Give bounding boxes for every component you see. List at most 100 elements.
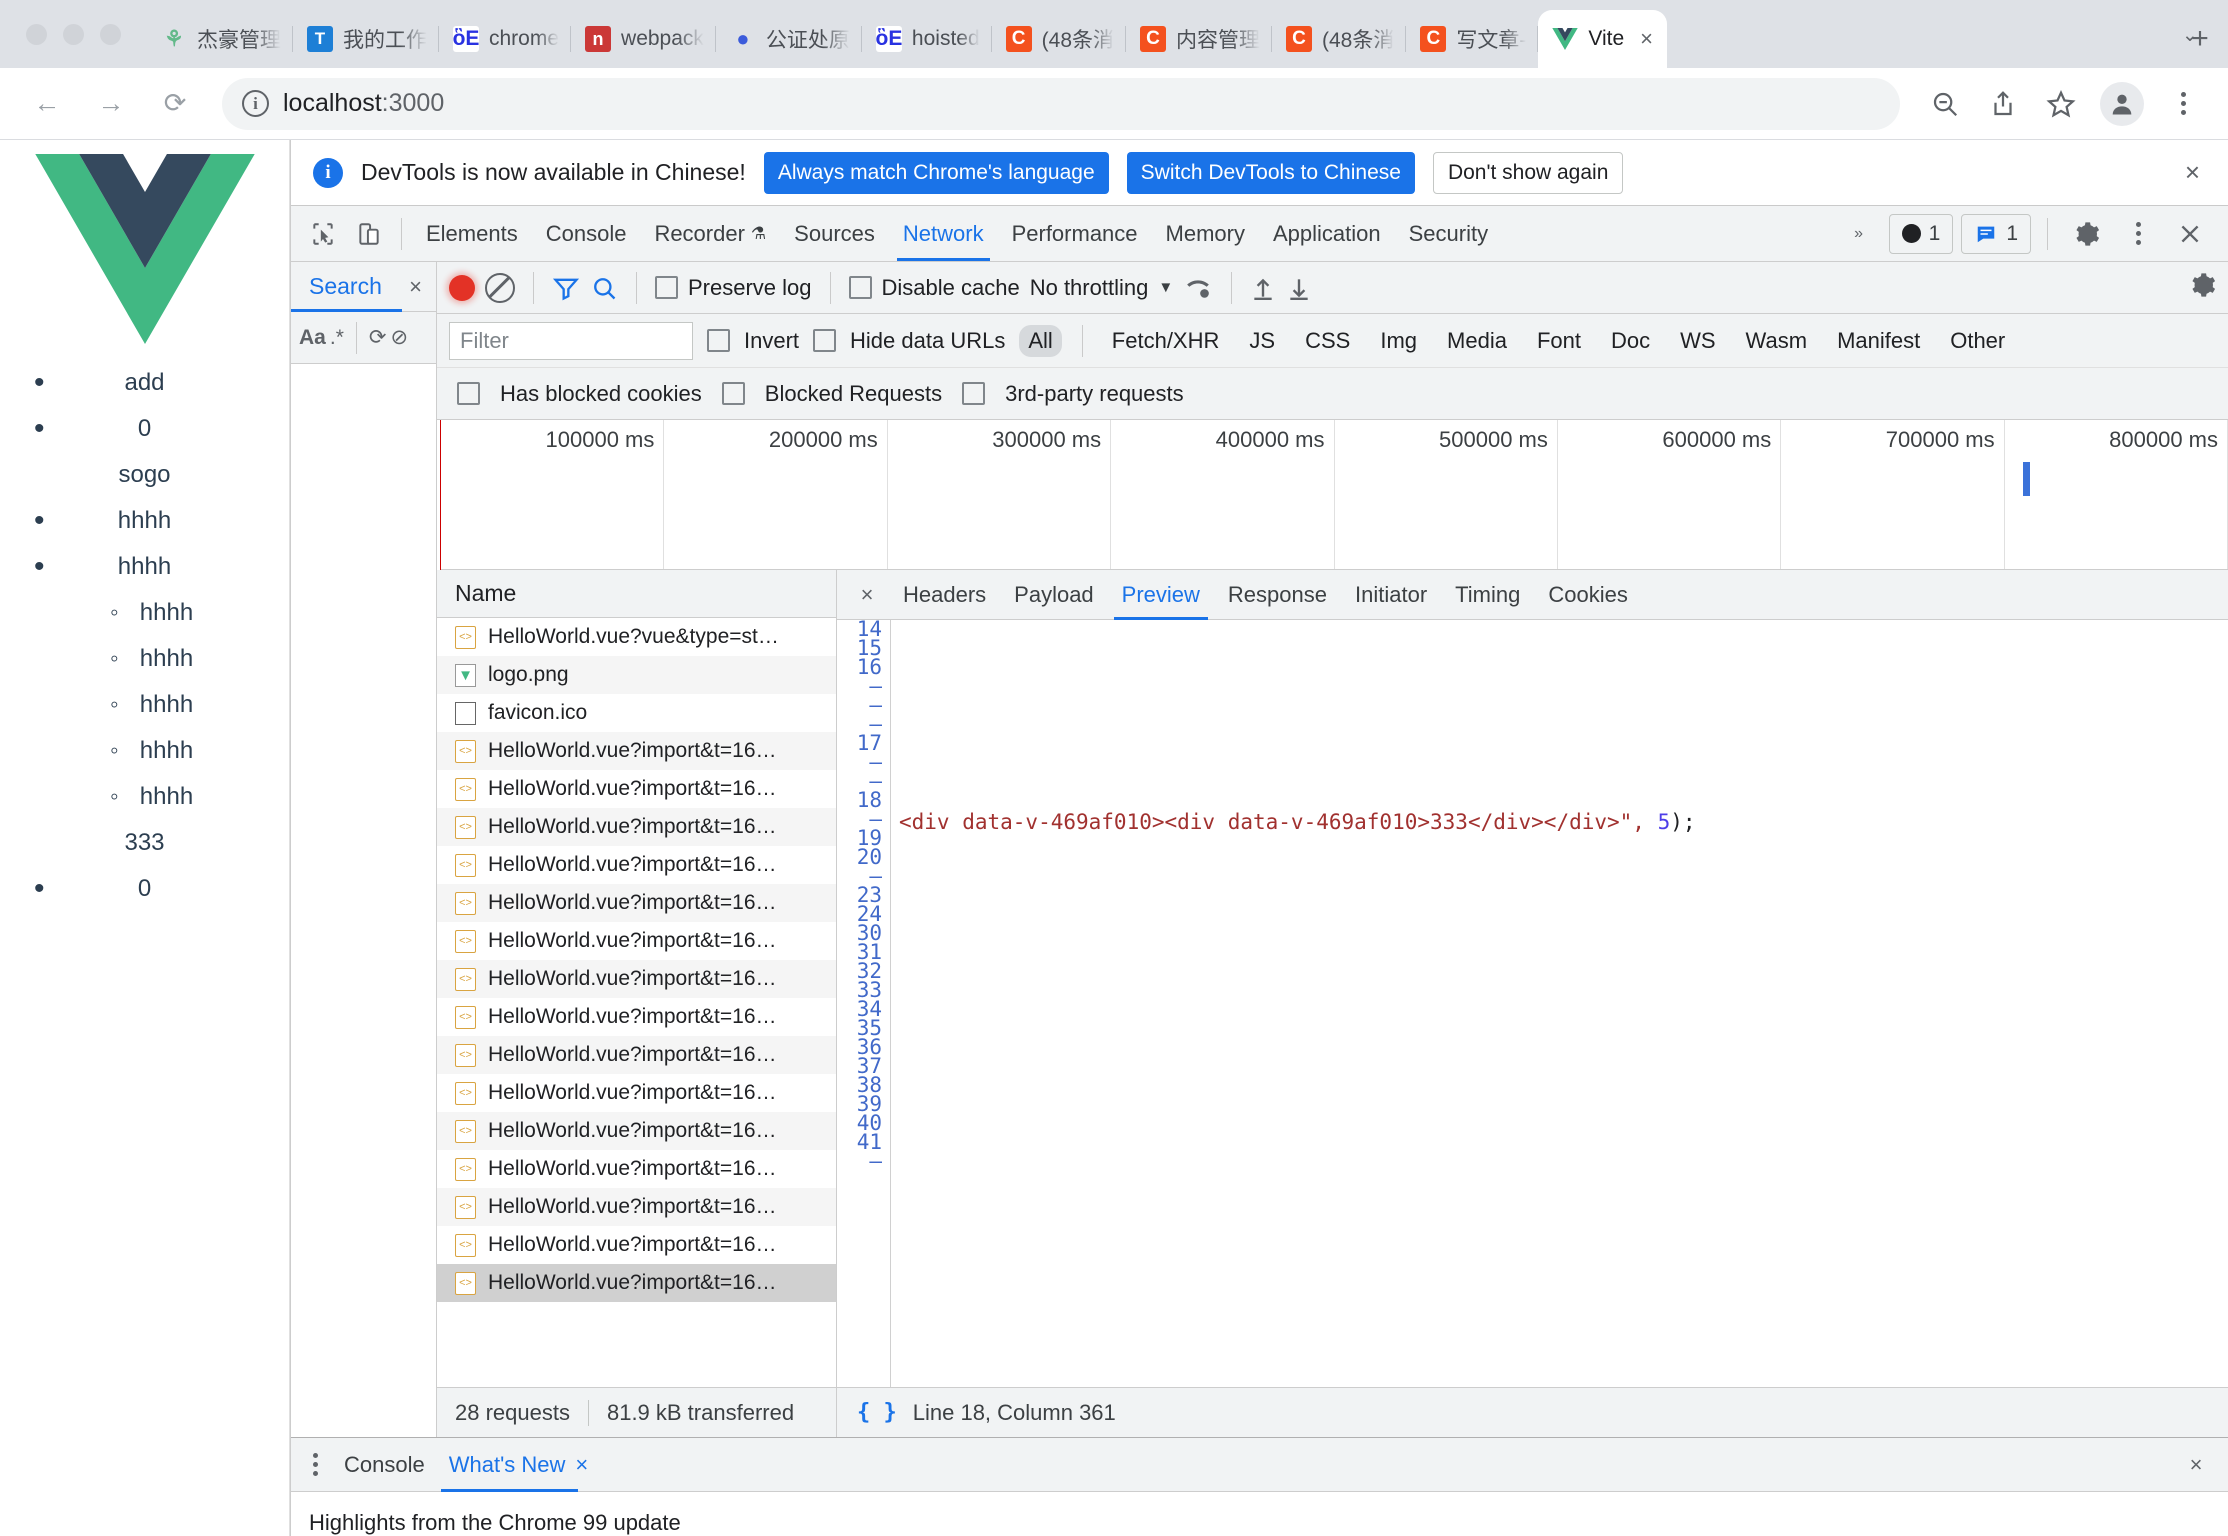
window-controls[interactable] xyxy=(26,0,147,68)
drawer-tab-close-icon[interactable]: × xyxy=(575,1452,588,1478)
browser-tab[interactable]: C (48条消 xyxy=(1272,10,1407,68)
reload-button[interactable]: ⟳ xyxy=(146,75,204,133)
devtools-tab-performance[interactable]: Performance xyxy=(998,207,1152,261)
request-row[interactable]: ▼ logo.png xyxy=(437,656,836,694)
filter-type-all[interactable]: All xyxy=(1019,324,1062,357)
browser-tab[interactable]: T 我的工作 xyxy=(293,10,439,68)
more-tabs-icon[interactable]: » xyxy=(1837,212,1881,256)
search-icon[interactable] xyxy=(590,274,618,302)
disable-cache-checkbox[interactable] xyxy=(848,276,872,299)
detail-tab-payload[interactable]: Payload xyxy=(1000,570,1108,620)
request-row[interactable]: <> HelloWorld.vue?import&t=16… xyxy=(437,1150,836,1188)
devtools-tab-memory[interactable]: Memory xyxy=(1152,207,1259,261)
upload-icon[interactable] xyxy=(1250,274,1276,302)
browser-tab[interactable]: ὃE hoisted xyxy=(862,10,992,68)
browser-tab[interactable]: ὃE chrome xyxy=(439,10,572,68)
close-window-dot[interactable] xyxy=(26,23,47,45)
browser-tab[interactable]: C (48条消 xyxy=(992,10,1127,68)
request-row[interactable]: <> HelloWorld.vue?import&t=16… xyxy=(437,732,836,770)
browser-tab[interactable]: C 写文章- xyxy=(1406,10,1539,68)
has-blocked-cookies-checkbox[interactable] xyxy=(457,382,480,405)
tab-search-button[interactable]: ⌄ xyxy=(2166,14,2214,56)
chevron-down-icon[interactable]: ▼ xyxy=(1158,279,1173,296)
drawer-more-icon[interactable] xyxy=(303,1453,328,1476)
filter-type-ws[interactable]: WS xyxy=(1671,325,1724,357)
address-bar[interactable]: i localhost:3000 xyxy=(222,77,1900,130)
request-row[interactable]: <> HelloWorld.vue?import&t=16… xyxy=(437,1036,836,1074)
request-row[interactable]: <> HelloWorld.vue?import&t=16… xyxy=(437,1264,836,1302)
blocked-requests-checkbox[interactable] xyxy=(721,382,745,405)
devtools-close-icon[interactable] xyxy=(2168,212,2212,256)
banner-close-icon[interactable]: × xyxy=(2185,157,2206,188)
pretty-print-icon[interactable]: { } xyxy=(857,1400,897,1425)
request-row[interactable]: <> HelloWorld.vue?vue&type=st… xyxy=(437,618,836,656)
request-row[interactable]: <> HelloWorld.vue?import&t=16… xyxy=(437,1226,836,1264)
drawer-tab-what-s-new[interactable]: What's New × xyxy=(437,1438,601,1492)
request-row[interactable]: <> HelloWorld.vue?import&t=16… xyxy=(437,1112,836,1150)
devtools-tab-sources[interactable]: Sources xyxy=(780,207,889,261)
devtools-tab-application[interactable]: Application xyxy=(1259,207,1395,261)
profile-avatar[interactable] xyxy=(2100,81,2144,126)
download-icon[interactable] xyxy=(1286,274,1312,302)
record-button[interactable] xyxy=(449,274,475,301)
detail-tab-response[interactable]: Response xyxy=(1214,570,1341,620)
request-row[interactable]: <> HelloWorld.vue?import&t=16… xyxy=(437,922,836,960)
filter-type-media[interactable]: Media xyxy=(1438,325,1516,357)
network-overview-timeline[interactable]: 100000 ms 200000 ms 300000 ms 400000 ms 5000… xyxy=(437,420,2228,570)
devtools-tab-elements[interactable]: Elements xyxy=(412,207,532,261)
zoom-out-icon[interactable] xyxy=(1918,77,1972,131)
detail-tab-cookies[interactable]: Cookies xyxy=(1534,570,1641,620)
message-count-badge[interactable]: 1 xyxy=(1961,213,2031,254)
invert-checkbox[interactable] xyxy=(707,329,730,352)
request-row[interactable]: <> HelloWorld.vue?import&t=16… xyxy=(437,998,836,1036)
always-match-language-button[interactable]: Always match Chrome's language xyxy=(763,151,1109,194)
wifi-settings-icon[interactable] xyxy=(1183,275,1213,301)
request-row[interactable]: <> HelloWorld.vue?import&t=16… xyxy=(437,960,836,998)
site-info-icon[interactable]: i xyxy=(242,90,269,117)
devtools-tab-network[interactable]: Network xyxy=(889,207,998,261)
device-toolbar-icon[interactable] xyxy=(347,212,391,256)
search-close-icon[interactable]: × xyxy=(409,274,422,300)
request-row[interactable]: favicon.ico xyxy=(437,694,836,732)
request-list-header[interactable]: Name xyxy=(437,570,836,618)
filter-type-font[interactable]: Font xyxy=(1528,325,1590,357)
detail-tab-timing[interactable]: Timing xyxy=(1441,570,1534,620)
inspect-element-icon[interactable] xyxy=(301,212,345,256)
bookmark-star-icon[interactable] xyxy=(2034,77,2088,131)
filter-type-img[interactable]: Img xyxy=(1371,325,1426,357)
detail-tab-headers[interactable]: Headers xyxy=(889,570,1000,620)
drawer-close-icon[interactable]: × xyxy=(2176,1445,2216,1485)
error-count-badge[interactable]: 1 xyxy=(1888,213,1954,254)
filter-type-fetch-xhr[interactable]: Fetch/XHR xyxy=(1103,325,1229,357)
devtools-more-icon[interactable] xyxy=(2116,212,2160,256)
minimize-window-dot[interactable] xyxy=(63,23,84,45)
request-row[interactable]: <> HelloWorld.vue?import&t=16… xyxy=(437,808,836,846)
browser-tab[interactable]: ● 公证处原 xyxy=(716,10,862,68)
preserve-log-checkbox[interactable] xyxy=(655,276,678,299)
drawer-tab-console[interactable]: Console xyxy=(332,1438,437,1492)
refresh-button[interactable]: ⟳ xyxy=(369,325,387,350)
third-party-requests-checkbox[interactable] xyxy=(962,382,986,405)
devtools-tab-security[interactable]: Security xyxy=(1395,207,1502,261)
detail-tab-initiator[interactable]: Initiator xyxy=(1341,570,1441,620)
tab-close-icon[interactable]: × xyxy=(1634,28,1659,50)
filter-type-doc[interactable]: Doc xyxy=(1602,325,1659,357)
request-row[interactable]: <> HelloWorld.vue?import&t=16… xyxy=(437,846,836,884)
browser-tab[interactable]: n webpack xyxy=(571,10,716,68)
search-tab[interactable]: Search × xyxy=(291,262,436,312)
detail-close-icon[interactable]: × xyxy=(847,575,887,615)
filter-type-css[interactable]: CSS xyxy=(1296,325,1359,357)
regex-button[interactable]: .* xyxy=(330,326,344,350)
filter-type-js[interactable]: JS xyxy=(1240,325,1284,357)
network-settings-gear-icon[interactable] xyxy=(2188,271,2216,304)
gear-icon[interactable] xyxy=(2064,212,2108,256)
devtools-tab-console[interactable]: Console xyxy=(532,207,641,261)
request-row[interactable]: <> HelloWorld.vue?import&t=16… xyxy=(437,770,836,808)
chrome-menu-icon[interactable] xyxy=(2156,77,2210,131)
request-row[interactable]: <> HelloWorld.vue?import&t=16… xyxy=(437,1074,836,1112)
back-button[interactable]: ← xyxy=(18,75,76,133)
devtools-tab-recorder[interactable]: Recorder ⚗ xyxy=(640,207,780,261)
clear-button[interactable]: ⊘ xyxy=(390,325,408,350)
filter-type-manifest[interactable]: Manifest xyxy=(1828,325,1929,357)
preview-code-view[interactable]: 14 15 16– – –17– –18–19 20–23 24 30 31 32 33 34 35 36 3… xyxy=(837,620,2228,1387)
